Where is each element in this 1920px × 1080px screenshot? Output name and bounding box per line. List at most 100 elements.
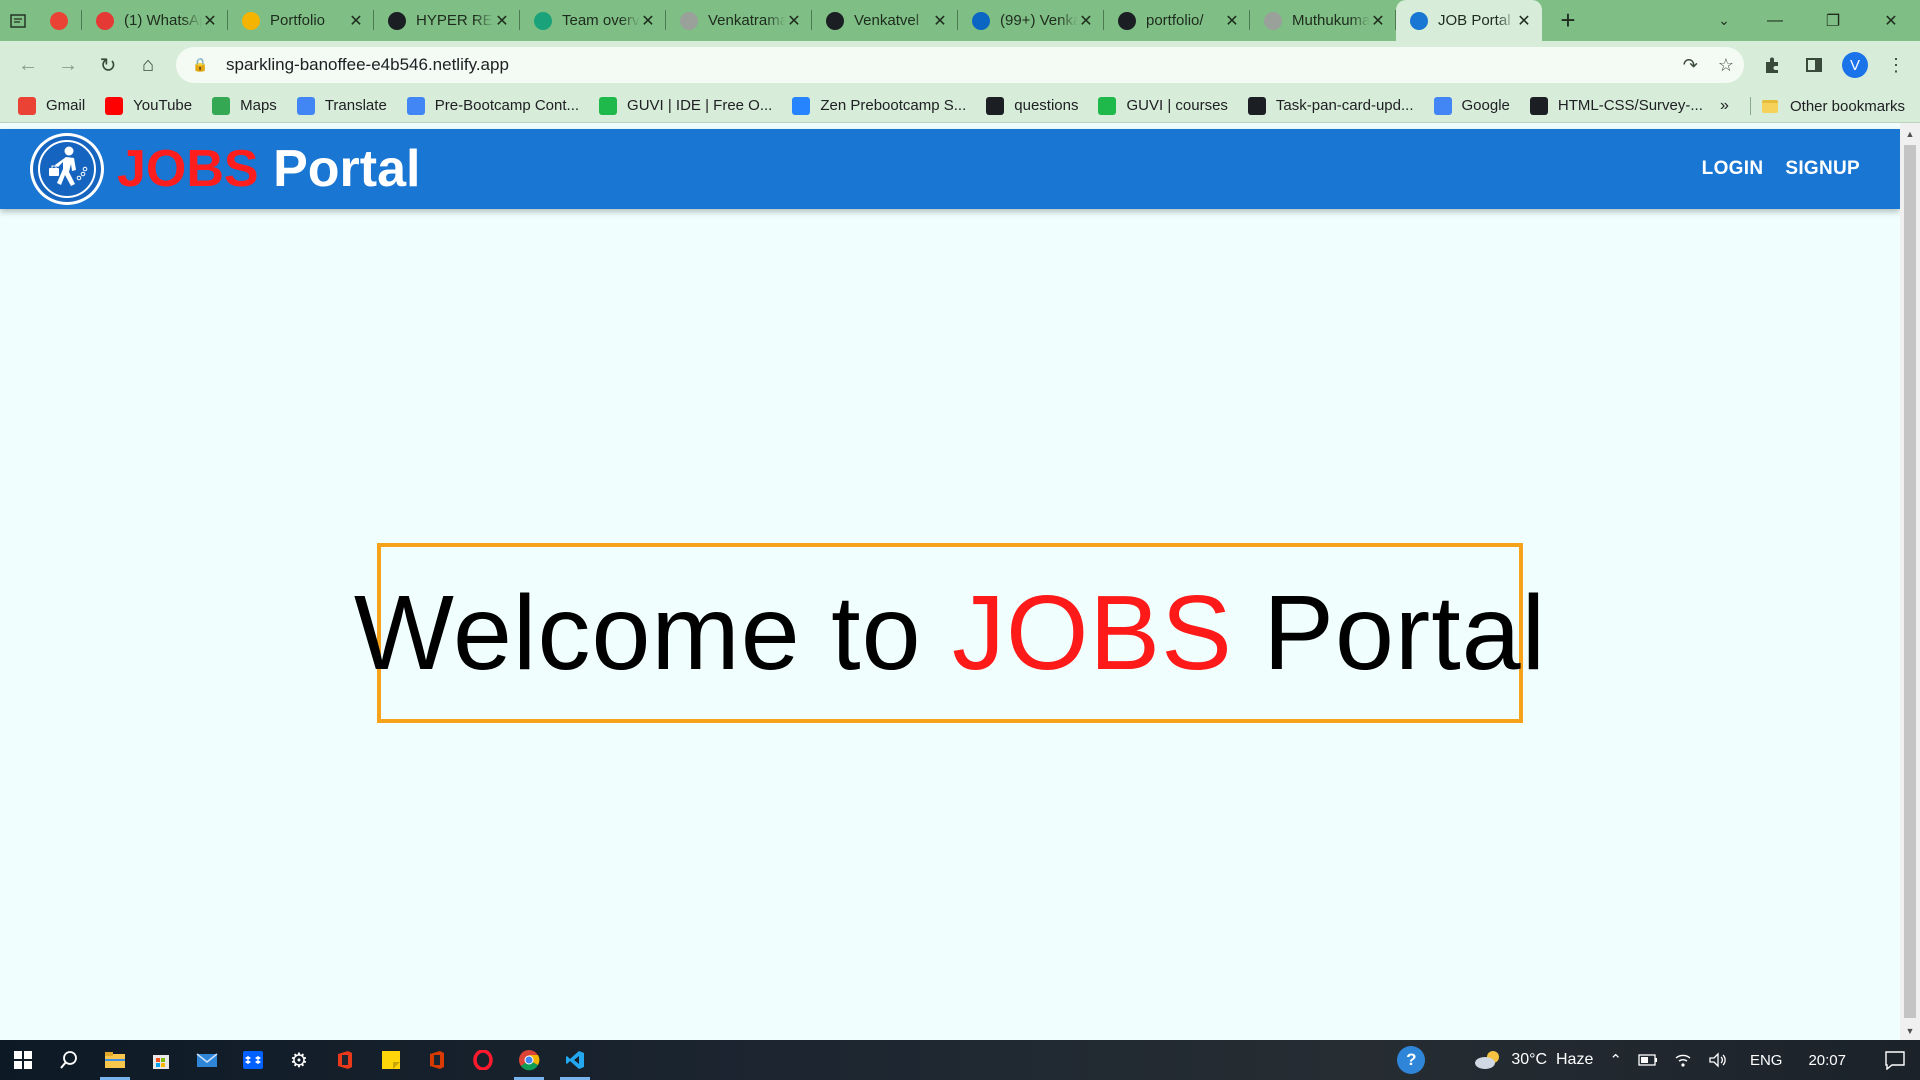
menu-kebab-icon[interactable]: ⋮ [1882, 51, 1910, 79]
close-icon: ✕ [1884, 12, 1898, 30]
taskbar-chrome[interactable] [506, 1040, 552, 1080]
taskbar-store[interactable] [138, 1040, 184, 1080]
signup-link[interactable]: SIGNUP [1785, 158, 1860, 180]
office-icon [338, 1051, 352, 1069]
tab-close-icon[interactable]: ✕ [494, 11, 510, 31]
bookmark-label: YouTube [133, 97, 193, 114]
sticky-notes-icon [382, 1051, 400, 1069]
jira-icon [792, 96, 811, 115]
folder-icon [1762, 99, 1778, 113]
browser-tab[interactable] [36, 0, 82, 41]
home-button[interactable]: ⌂ [128, 45, 168, 85]
tab-strip: (1) WhatsApp✕Portfolio✕HYPER REACT✕Team … [0, 0, 1920, 41]
minimize-button[interactable]: — [1746, 0, 1804, 41]
browser-toolbar: ← → ↻ ⌂ 🔒 sparkling-banoffee-e4b546.netl… [0, 41, 1920, 89]
bookmark-item[interactable]: Gmail [18, 96, 85, 115]
profile-avatar[interactable]: V [1842, 52, 1868, 78]
bookmark-item[interactable]: Task-pan-card-upd... [1247, 96, 1414, 115]
browser-tab[interactable]: Venkatraman✕ [666, 0, 812, 41]
maps-icon [212, 96, 231, 115]
browser-tab[interactable]: portfolio/ ✕ [1104, 0, 1250, 41]
bookmark-item[interactable]: HTML-CSS/Survey-... [1529, 96, 1703, 115]
browser-tab[interactable]: (1) WhatsApp✕ [82, 0, 228, 41]
taskbar-sticky-notes[interactable] [368, 1040, 414, 1080]
back-button[interactable]: ← [8, 45, 48, 85]
welcome-prefix: Welcome to [353, 573, 952, 692]
tab-close-icon[interactable]: ✕ [932, 11, 948, 31]
wifi-icon[interactable] [1674, 1052, 1692, 1068]
bookmark-item[interactable]: Google [1433, 96, 1510, 115]
bookmark-label: Task-pan-card-upd... [1275, 97, 1414, 114]
site-brand[interactable]: JOBS Portal [117, 139, 420, 199]
taskbar-settings[interactable]: ⚙ [276, 1040, 322, 1080]
clock[interactable]: 20:07 [1808, 1052, 1846, 1069]
bookmark-item[interactable]: questions [986, 96, 1078, 115]
taskbar-office[interactable] [322, 1040, 368, 1080]
other-bookmarks-folder[interactable]: Other bookmarks [1762, 89, 1905, 123]
reload-button[interactable]: ↻ [88, 45, 128, 85]
jobs-portal-logo[interactable] [30, 133, 104, 205]
browser-tab[interactable]: JOB Portal ✕ [1396, 0, 1542, 41]
share-icon[interactable]: ↷ [1683, 55, 1698, 76]
bookmark-item[interactable]: Pre-Bootcamp Cont... [406, 96, 579, 115]
address-url[interactable]: sparkling-banoffee-e4b546.netlify.app [226, 55, 509, 75]
weather-widget[interactable]: 30°C Haze [1473, 1049, 1593, 1071]
bookmark-item[interactable]: Zen Prebootcamp S... [792, 96, 966, 115]
tab-close-icon[interactable]: ✕ [1370, 11, 1386, 31]
bookmark-item[interactable]: Translate [296, 96, 387, 115]
scroll-thumb[interactable] [1904, 145, 1916, 1018]
forward-button[interactable]: → [48, 45, 88, 85]
taskbar-vscode[interactable] [552, 1040, 598, 1080]
tray-overflow-icon[interactable]: ⌃ [1609, 1051, 1622, 1069]
puzzle-icon [1766, 57, 1778, 73]
tab-close-icon[interactable]: ✕ [348, 11, 364, 31]
taskbar-search-button[interactable] [46, 1040, 92, 1080]
close-window-button[interactable]: ✕ [1862, 0, 1920, 41]
taskbar-dropbox[interactable] [230, 1040, 276, 1080]
tab-close-icon[interactable]: ✕ [1516, 11, 1532, 31]
bookmark-item[interactable]: GUVI | courses [1098, 96, 1228, 115]
battery-icon[interactable] [1638, 1054, 1658, 1066]
volume-icon[interactable] [1708, 1052, 1728, 1068]
scroll-down-icon[interactable]: ▼ [1905, 1026, 1915, 1036]
extensions-icon[interactable] [1758, 51, 1786, 79]
address-bar[interactable]: 🔒 sparkling-banoffee-e4b546.netlify.app … [176, 47, 1744, 83]
bookmark-item[interactable]: GUVI | IDE | Free O... [599, 96, 772, 115]
scroll-up-icon[interactable]: ▲ [1905, 129, 1915, 139]
restore-button[interactable]: ❐ [1804, 0, 1862, 41]
taskbar-opera[interactable] [460, 1040, 506, 1080]
bookmark-item[interactable]: Maps [212, 96, 277, 115]
notifications-icon[interactable] [1884, 1050, 1906, 1070]
bookmark-star-icon[interactable]: ☆ [1718, 55, 1734, 76]
home-icon: ⌂ [141, 53, 155, 76]
language-indicator[interactable]: ENG [1750, 1052, 1783, 1069]
tab-close-icon[interactable]: ✕ [1224, 11, 1240, 31]
browser-tab[interactable]: Muthukumar ✕ [1250, 0, 1396, 41]
tab-close-icon[interactable]: ✕ [786, 11, 802, 31]
tab-search-button[interactable] [0, 0, 36, 41]
browser-tab[interactable]: Team overview✕ [520, 0, 666, 41]
new-tab-button[interactable]: + [1548, 0, 1588, 41]
browser-tab[interactable]: Venkatvel ✕ [812, 0, 958, 41]
taskbar-file-explorer[interactable] [92, 1040, 138, 1080]
bookmarks-overflow-button[interactable]: » [1720, 89, 1729, 123]
tab-title: Venkatraman [708, 12, 786, 29]
vscode-icon [566, 1051, 584, 1069]
system-tray: ? 30°C Haze ⌃ ENG 20:07 [1389, 1040, 1920, 1080]
tab-close-icon[interactable]: ✕ [640, 11, 656, 31]
login-link[interactable]: LOGIN [1702, 158, 1764, 180]
github-icon [986, 96, 1005, 115]
help-icon[interactable]: ? [1397, 1046, 1426, 1074]
tab-close-icon[interactable]: ✕ [1078, 11, 1094, 31]
tab-close-icon[interactable]: ✕ [202, 11, 218, 31]
taskbar-office-2[interactable] [414, 1040, 460, 1080]
tab-list-dropdown[interactable]: ⌄ [1706, 0, 1742, 41]
browser-tab[interactable]: HYPER REACT✕ [374, 0, 520, 41]
browser-tab[interactable]: Portfolio ✕ [228, 0, 374, 41]
page-scrollbar[interactable]: ▲ ▼ [1900, 123, 1920, 1040]
start-button[interactable] [0, 1040, 46, 1080]
browser-tab[interactable]: (99+) Venkat ✕ [958, 0, 1104, 41]
bookmark-item[interactable]: YouTube [105, 96, 193, 115]
side-panel-icon[interactable] [1800, 51, 1828, 79]
taskbar-mail[interactable] [184, 1040, 230, 1080]
